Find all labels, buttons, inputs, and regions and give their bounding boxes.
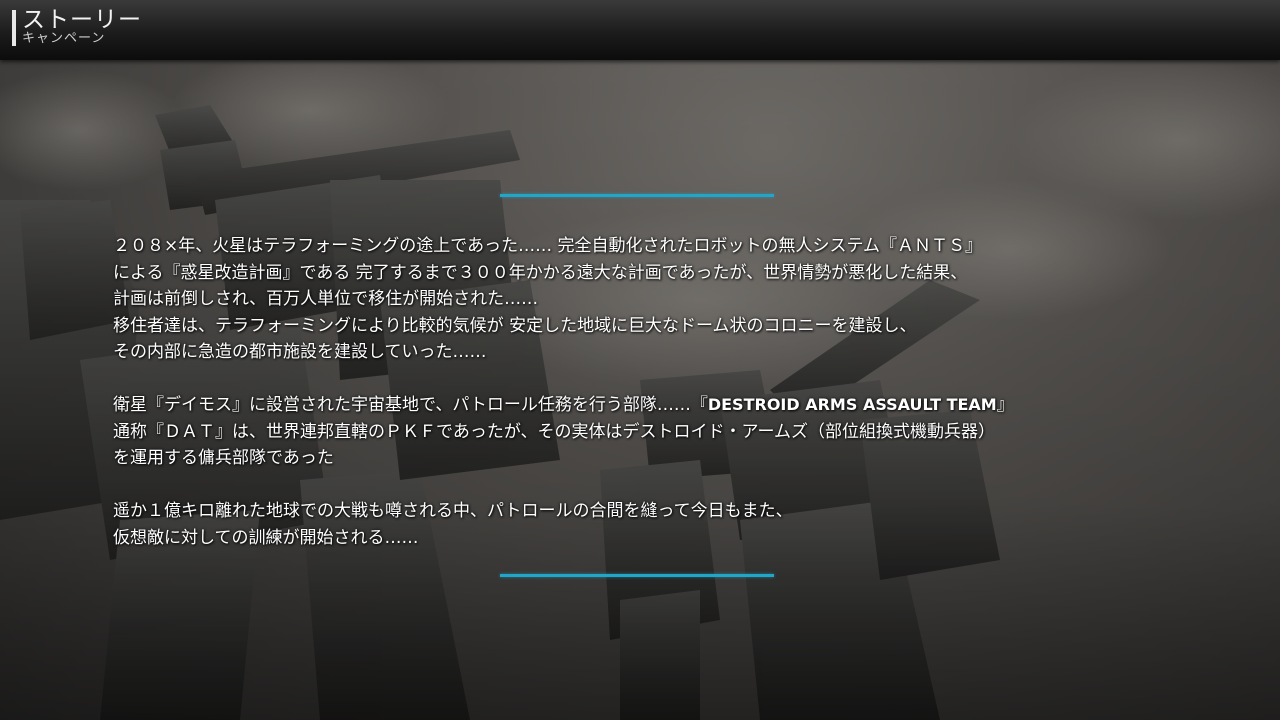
story-line-suffix: 』	[996, 395, 1014, 415]
story-line: その内部に急造の都市施設を建設していった……	[113, 342, 487, 362]
story-line: 通称『ＤＡＴ』は、世界連邦直轄のＰＫＦであったが、その実体はデストロイド・アーム…	[113, 421, 995, 442]
story-line: 計画は前倒しされ、百万人単位で移住が開始された……	[113, 289, 539, 309]
story-line: 移住者達は、テラフォーミングにより比較的気候が 安定した地域に巨大なドーム状のコ…	[113, 315, 917, 336]
story-line: 衛星『デイモス』に設営された宇宙基地で、パトロール任務を行う部隊……『DESTR…	[113, 392, 1193, 419]
story-line: を運用する傭兵部隊であった	[113, 448, 334, 468]
top-divider-line	[500, 194, 774, 197]
team-name: DESTROID ARMS ASSAULT TEAM	[707, 395, 997, 414]
page-subtitle: キャンペーン	[22, 31, 106, 46]
story-line: ２０８×年、火星はテラフォーミングの途上であった…… 完全自動化されたロボットの…	[113, 236, 982, 256]
bottom-divider-line	[500, 574, 774, 577]
header-bar: ストーリー キャンペーン	[0, 0, 1280, 60]
story-line-prefix: 衛星『デイモス』に設営された宇宙基地で、パトロール任務を行う部隊……『	[113, 395, 708, 415]
story-line: 遥か１億キロ離れた地球での大戦も噂される中、パトロールの合間を縫って今日もまた、	[113, 501, 793, 521]
page-title: ストーリー	[22, 7, 142, 33]
story-line: 仮想敵に対しての訓練が開始される……	[113, 527, 419, 548]
header-accent-bar	[12, 10, 16, 46]
story-line: による『惑星改造計画』である 完了するまで３００年かかる遠大な計画であったが、世…	[113, 262, 968, 283]
story-screen: ストーリー キャンペーン ２０８×年、火星はテラフォーミングの途上であった…… …	[0, 0, 1280, 720]
story-text: ２０８×年、火星はテラフォーミングの途上であった…… 完全自動化されたロボットの…	[113, 233, 1193, 551]
